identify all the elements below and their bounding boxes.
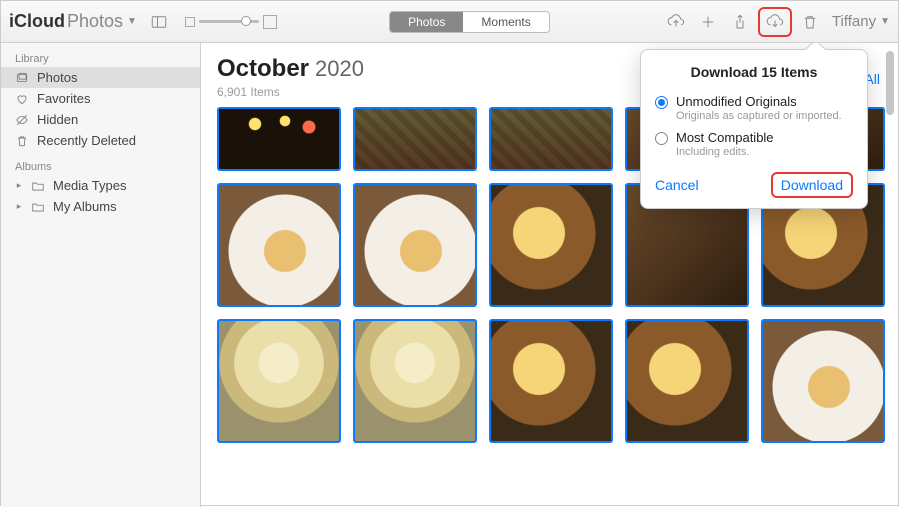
photo-thumbnail[interactable] <box>625 319 749 443</box>
cloud-upload-icon <box>667 13 685 31</box>
photo-thumbnail[interactable] <box>353 107 477 171</box>
user-menu[interactable]: Tiffany ▼ <box>832 13 890 30</box>
trash-icon <box>15 134 29 148</box>
sidebar-item-label: My Albums <box>53 199 117 214</box>
disclosure-triangle-icon[interactable]: ▸ <box>15 180 23 191</box>
sidebar-icon <box>150 13 168 31</box>
radio-unchecked-icon <box>655 132 668 145</box>
option-unmodified-originals[interactable]: Unmodified Originals Originals as captur… <box>655 90 853 126</box>
disclosure-triangle-icon[interactable]: ▸ <box>15 201 23 212</box>
option-sublabel: Including edits. <box>676 146 774 158</box>
scrollbar[interactable] <box>884 43 896 507</box>
folder-icon <box>31 179 45 193</box>
photo-thumbnail[interactable] <box>217 319 341 443</box>
toolbar-right: Tiffany ▼ <box>662 7 890 37</box>
chevron-down-icon: ▼ <box>127 16 137 27</box>
sidebar-item-label: Favorites <box>37 91 90 106</box>
radio-checked-icon <box>655 96 668 109</box>
upload-button[interactable] <box>662 10 690 34</box>
toolbar: iCloud Photos ▼ Photos Moments <box>1 1 898 43</box>
photo-thumbnail[interactable] <box>489 183 613 307</box>
share-button[interactable] <box>726 10 754 34</box>
photo-thumbnail[interactable] <box>489 319 613 443</box>
photos-icon <box>15 71 29 85</box>
download-popover: Download 15 Items Unmodified Originals O… <box>640 49 868 209</box>
delete-button[interactable] <box>796 10 824 34</box>
sidebar-item-label: Media Types <box>53 178 126 193</box>
year-label: 2020 <box>315 56 364 82</box>
user-name: Tiffany <box>832 13 876 30</box>
sidebar-item-media-types[interactable]: ▸ Media Types <box>1 175 200 196</box>
popover-actions: Cancel Download <box>655 172 853 198</box>
sidebar-item-label: Photos <box>37 70 77 85</box>
add-button[interactable] <box>694 10 722 34</box>
sidebar-item-hidden[interactable]: Hidden <box>1 109 200 130</box>
zoom-slider[interactable] <box>185 15 277 29</box>
app-title-menu[interactable]: iCloud Photos ▼ <box>9 11 137 32</box>
sidebar-item-favorites[interactable]: Favorites <box>1 88 200 109</box>
option-sublabel: Originals as captured or imported. <box>676 110 842 122</box>
zoom-thumb[interactable] <box>241 16 251 26</box>
zoom-track[interactable] <box>199 20 259 23</box>
photo-thumbnail[interactable] <box>353 319 477 443</box>
sidebar-item-recently-deleted[interactable]: Recently Deleted <box>1 130 200 151</box>
heart-icon <box>15 92 29 106</box>
option-label: Most Compatible <box>676 130 774 145</box>
popover-title: Download 15 Items <box>655 64 853 80</box>
sidebar-toggle-button[interactable] <box>145 10 173 34</box>
cloud-download-icon <box>766 13 784 31</box>
photo-thumbnail[interactable] <box>217 183 341 307</box>
cancel-button[interactable]: Cancel <box>655 177 699 193</box>
download-button-highlight <box>758 7 792 37</box>
trash-icon <box>801 13 819 31</box>
app-title-light: Photos <box>67 11 123 32</box>
download-confirm-button[interactable]: Download <box>771 172 853 198</box>
content-area: October 2020 6,901 Items Select All Down… <box>201 43 898 507</box>
sidebar-section-albums: Albums <box>1 157 200 175</box>
view-segmented-control: Photos Moments <box>389 11 550 33</box>
zoom-out-icon <box>185 17 195 27</box>
sidebar-item-label: Recently Deleted <box>37 133 136 148</box>
sidebar-item-label: Hidden <box>37 112 78 127</box>
option-label: Unmodified Originals <box>676 94 842 109</box>
sidebar-item-photos[interactable]: Photos <box>1 67 200 88</box>
app-title-bold: iCloud <box>9 11 65 32</box>
photo-thumbnail[interactable] <box>217 107 341 171</box>
month-label: October <box>217 55 309 83</box>
main: Library Photos Favorites Hidden Recently… <box>1 43 898 507</box>
sidebar: Library Photos Favorites Hidden Recently… <box>1 43 201 507</box>
photo-thumbnail[interactable] <box>353 183 477 307</box>
eye-off-icon <box>15 113 29 127</box>
option-most-compatible[interactable]: Most Compatible Including edits. <box>655 126 853 162</box>
tab-moments[interactable]: Moments <box>463 12 548 32</box>
photo-thumbnail[interactable] <box>761 319 885 443</box>
plus-icon <box>699 13 717 31</box>
tab-photos[interactable]: Photos <box>390 12 463 32</box>
share-icon <box>731 13 749 31</box>
folder-icon <box>31 200 45 214</box>
download-button[interactable] <box>761 10 789 34</box>
zoom-in-icon <box>263 15 277 29</box>
photo-thumbnail[interactable] <box>489 107 613 171</box>
sidebar-item-my-albums[interactable]: ▸ My Albums <box>1 196 200 217</box>
chevron-down-icon: ▼ <box>880 16 890 27</box>
sidebar-section-library: Library <box>1 49 200 67</box>
scrollbar-thumb[interactable] <box>886 51 894 115</box>
